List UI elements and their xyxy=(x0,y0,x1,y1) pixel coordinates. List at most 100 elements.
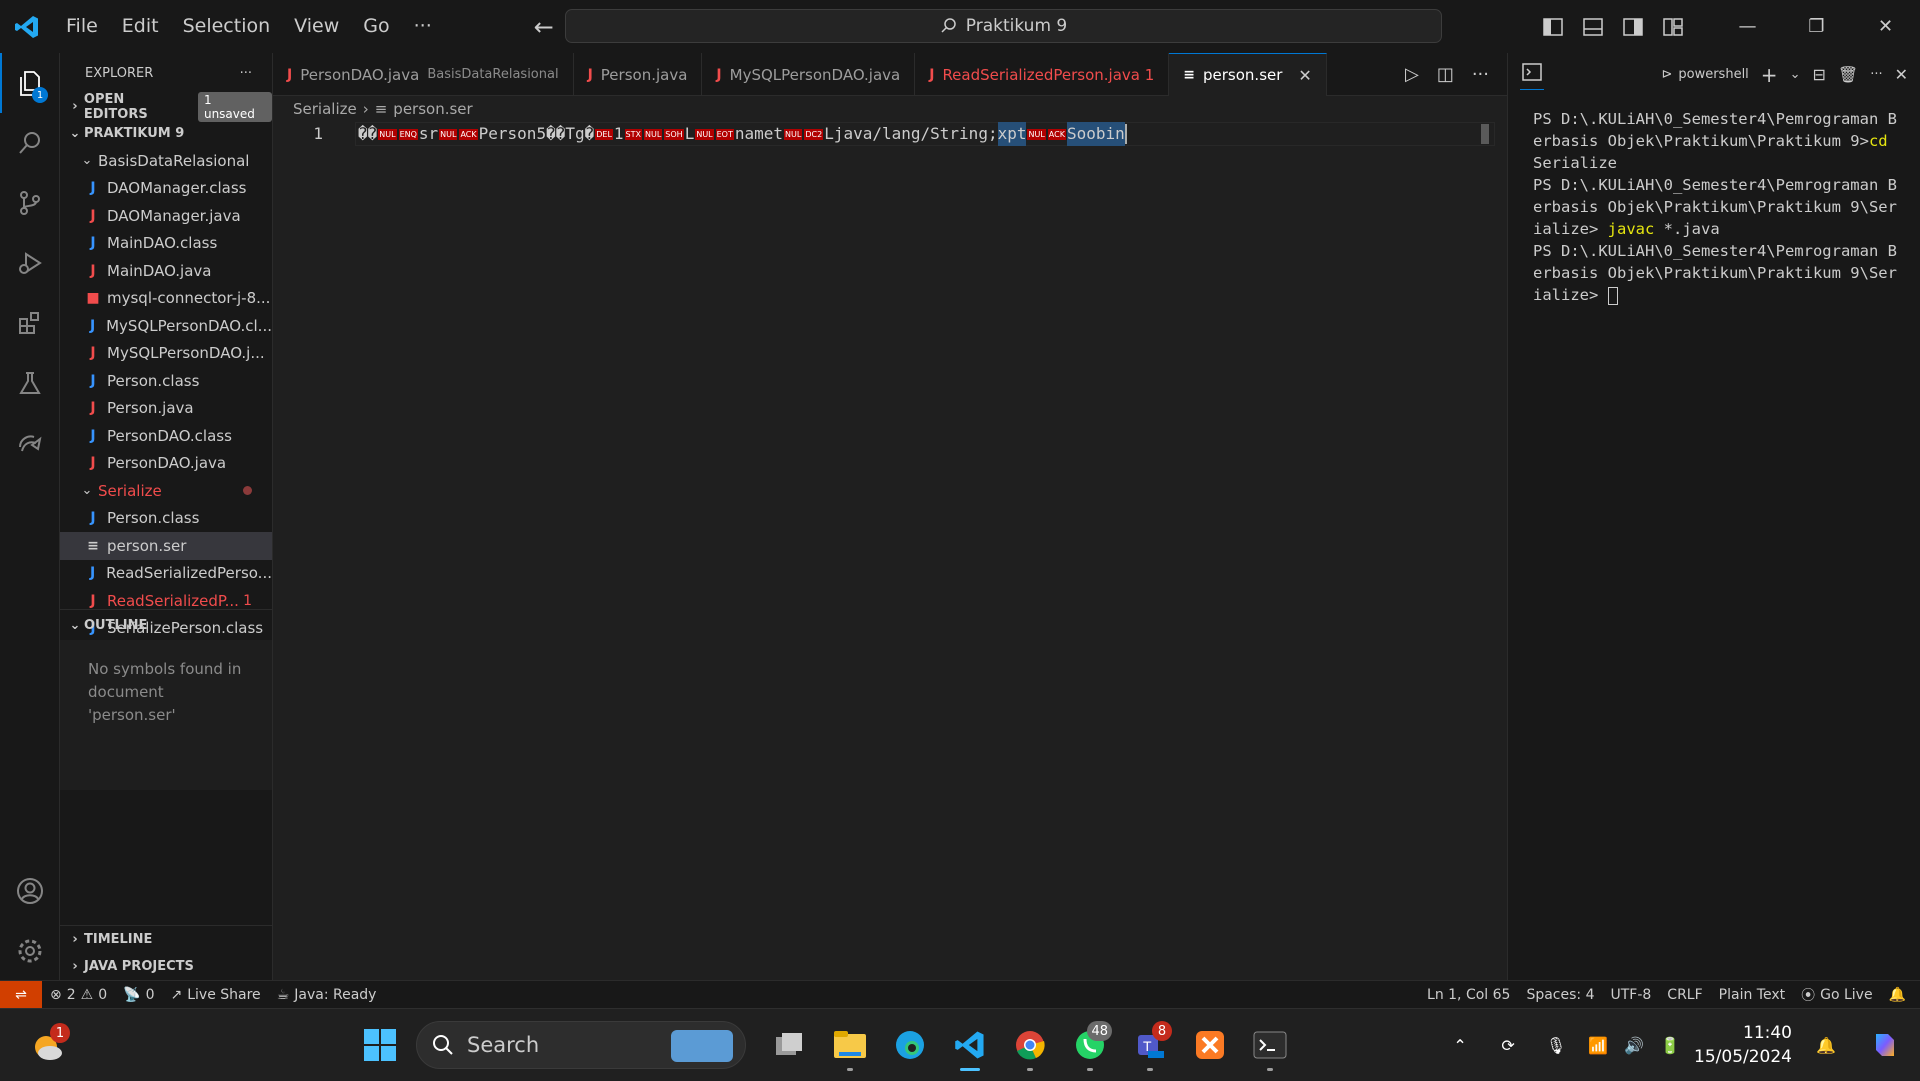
menu-go[interactable]: Go xyxy=(351,0,401,53)
notifications-bell-icon[interactable]: 🔔 xyxy=(1881,987,1920,1003)
split-editor-icon[interactable]: ◫ xyxy=(1437,64,1454,85)
close-tab-icon[interactable]: ✕ xyxy=(1298,66,1311,85)
chevron-up-icon[interactable]: ⌃ xyxy=(1436,1009,1484,1081)
file-tree-item[interactable]: ≡ person.ser xyxy=(60,532,272,560)
breadcrumb-folder[interactable]: Serialize xyxy=(293,100,357,118)
problems-status[interactable]: ⊗ 2 ⚠ 0 xyxy=(42,987,115,1003)
remote-indicator-icon[interactable]: ⇌ xyxy=(0,980,42,1009)
explorer-more-icon[interactable]: ··· xyxy=(240,66,252,81)
volume-icon[interactable]: 🔊 xyxy=(1616,1009,1652,1081)
code-editor[interactable]: 1 �� NUL ENQ sr NUL ACK Person5��Tg� DEL 1 STX NUL… xyxy=(273,122,1507,980)
editor-more-icon[interactable]: ··· xyxy=(1472,64,1489,85)
outline-section[interactable]: ⌄ OUTLINE xyxy=(60,610,272,640)
restore-icon[interactable]: ❐ xyxy=(1782,0,1851,53)
new-terminal-icon[interactable]: + xyxy=(1761,63,1778,87)
editor-tab[interactable]: ≡ person.ser ✕ xyxy=(1169,53,1327,96)
folder-basisdata[interactable]: ⌄ BasisDataRelasional xyxy=(60,147,272,175)
terminal-icon[interactable] xyxy=(1520,59,1544,90)
toggle-primary-sidebar-icon[interactable] xyxy=(1533,0,1573,53)
file-tree-item[interactable]: J Person.class xyxy=(60,367,272,395)
notification-bell-icon[interactable]: 🔔 xyxy=(1802,1009,1850,1081)
encoding[interactable]: UTF-8 xyxy=(1602,987,1659,1003)
explorer-icon[interactable]: 1 xyxy=(0,53,60,113)
panel-more-icon[interactable]: ··· xyxy=(1870,67,1882,82)
file-tree-item[interactable]: J MySQLPersonDAO.j... xyxy=(60,340,272,368)
split-terminal-icon[interactable]: ⊟ xyxy=(1812,65,1825,84)
copilot-icon[interactable] xyxy=(1850,1009,1920,1081)
java-status[interactable]: ☕ Java: Ready xyxy=(269,987,385,1003)
file-tree-item[interactable]: J MainDAO.java xyxy=(60,257,272,285)
file-tree-item[interactable]: J PersonDAO.java xyxy=(60,450,272,478)
live-share-button[interactable]: ↗ Live Share xyxy=(163,987,269,1003)
search-icon[interactable] xyxy=(0,113,60,173)
source-control-icon[interactable] xyxy=(0,173,60,233)
back-arrow-icon[interactable]: ← xyxy=(534,13,554,41)
file-tree-item[interactable]: J MainDAO.class xyxy=(60,230,272,258)
microphone-icon[interactable]: 🎙 xyxy=(1532,1009,1580,1081)
folder-serialize[interactable]: ⌄ Serialize xyxy=(60,477,272,505)
file-tree-item[interactable]: J MySQLPersonDAO.cl... xyxy=(60,312,272,340)
xampp-icon[interactable] xyxy=(1180,1017,1240,1073)
file-tree-item[interactable]: J Person.java xyxy=(60,395,272,423)
file-tree-item[interactable]: J Person.class xyxy=(60,505,272,533)
testing-icon[interactable] xyxy=(0,353,60,413)
terminal-shell-selector[interactable]: ⊳ powershell xyxy=(1661,67,1748,82)
file-tree-item[interactable]: J PersonDAO.class xyxy=(60,422,272,450)
sync-icon[interactable]: ⟳ xyxy=(1484,1009,1532,1081)
command-center-search[interactable]: Praktikum 9 xyxy=(565,9,1442,43)
ports-status[interactable]: 📡 0 xyxy=(115,987,162,1003)
file-tree-item[interactable]: J DAOManager.java xyxy=(60,202,272,230)
toggle-panel-icon[interactable] xyxy=(1573,0,1613,53)
timeline-section[interactable]: › TIMELINE xyxy=(60,926,272,953)
menu-view[interactable]: View xyxy=(282,0,351,53)
terminal-taskbar-icon[interactable] xyxy=(1240,1017,1300,1073)
language-mode[interactable]: Plain Text xyxy=(1711,987,1793,1003)
battery-icon[interactable]: 🔋 xyxy=(1652,1009,1688,1081)
remote-explorer-icon[interactable] xyxy=(0,413,60,473)
run-icon[interactable]: ▷ xyxy=(1405,64,1419,85)
editor-tab[interactable]: J ReadSerializedPerson.java 1 xyxy=(915,53,1170,96)
teams-icon[interactable]: T8 xyxy=(1120,1017,1180,1073)
extensions-icon[interactable] xyxy=(0,293,60,353)
close-window-icon[interactable]: ✕ xyxy=(1851,0,1920,53)
trash-icon[interactable]: 🗑 xyxy=(1838,65,1858,84)
chevron-down-icon[interactable]: ⌄ xyxy=(1790,67,1801,82)
cursor-position[interactable]: Ln 1, Col 65 xyxy=(1419,987,1518,1003)
file-explorer-icon[interactable] xyxy=(820,1017,880,1073)
whatsapp-icon[interactable]: 48 xyxy=(1060,1017,1120,1073)
edge-browser-icon[interactable] xyxy=(880,1017,940,1073)
minimize-icon[interactable]: — xyxy=(1713,0,1782,53)
breadcrumb-file[interactable]: person.ser xyxy=(393,100,472,118)
indentation[interactable]: Spaces: 4 xyxy=(1518,987,1602,1003)
taskbar-search[interactable]: Search xyxy=(416,1021,746,1069)
task-view-icon[interactable] xyxy=(760,1017,820,1073)
code-line[interactable]: �� NUL ENQ sr NUL ACK Person5��Tg� DEL 1 STX NUL SO… xyxy=(358,122,1127,146)
vscode-taskbar-icon[interactable] xyxy=(940,1017,1000,1073)
open-editors-section[interactable]: › OPEN EDITORS 1 unsaved xyxy=(60,91,272,122)
editor-tab[interactable]: J PersonDAO.java BasisDataRelasional xyxy=(273,53,574,96)
manage-gear-icon[interactable] xyxy=(0,921,60,981)
wifi-icon[interactable]: 📶 xyxy=(1580,1009,1616,1081)
go-live-button[interactable]: ⦿ Go Live xyxy=(1793,985,1880,1005)
menu-more[interactable]: ··· xyxy=(402,0,444,53)
java-projects-section[interactable]: › JAVA PROJECTS xyxy=(60,953,272,980)
customize-layout-icon[interactable] xyxy=(1653,0,1693,53)
windows-start-icon[interactable] xyxy=(350,1017,410,1073)
scrollbar-thumb[interactable] xyxy=(1481,124,1489,144)
accounts-icon[interactable] xyxy=(0,861,60,921)
menu-edit[interactable]: Edit xyxy=(110,0,171,53)
toggle-secondary-sidebar-icon[interactable] xyxy=(1613,0,1653,53)
terminal-output[interactable]: PS D:\.KULiAH\0_Semester4\Pemrograman Be… xyxy=(1508,96,1920,306)
editor-tab[interactable]: J Person.java xyxy=(574,53,703,96)
editor-tab[interactable]: J MySQLPersonDAO.java xyxy=(702,53,916,96)
line-ending[interactable]: CRLF xyxy=(1659,987,1710,1003)
project-section[interactable]: ⌄ PRAKTIKUM 9 xyxy=(60,120,272,147)
chrome-icon[interactable] xyxy=(1000,1017,1060,1073)
clock[interactable]: 11:40 15/05/2024 xyxy=(1688,1021,1802,1069)
run-debug-icon[interactable] xyxy=(0,233,60,293)
file-tree-item[interactable]: J DAOManager.class xyxy=(60,175,272,203)
close-panel-icon[interactable]: ✕ xyxy=(1895,65,1908,84)
file-tree-item[interactable]: J ReadSerializedPerso... xyxy=(60,560,272,588)
menu-file[interactable]: File xyxy=(54,0,110,53)
file-tree-item[interactable]: ■ mysql-connector-j-8... xyxy=(60,285,272,313)
